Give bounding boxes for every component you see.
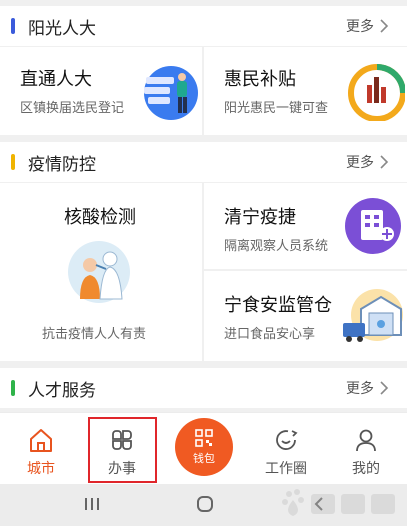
section-accent-bar (11, 380, 15, 396)
wallet-button[interactable]: 钱包 (175, 418, 233, 476)
tab-wode[interactable]: 我的 (326, 413, 406, 485)
chat-circle-icon (276, 430, 298, 450)
tab-chengshi[interactable]: 城市 (1, 413, 81, 485)
clover-grid-icon (112, 430, 132, 450)
tab-label: 城市 (27, 461, 55, 477)
more-label: 更多 (346, 155, 374, 171)
section-accent-bar (11, 154, 15, 170)
voter-registration-illustration-icon (144, 66, 198, 120)
tab-label: 我的 (352, 461, 380, 477)
recents-icon[interactable] (83, 494, 101, 514)
tab-banshi[interactable]: 办事 (82, 413, 162, 485)
nucleic-test-illustration-icon (68, 241, 130, 303)
baidu-jingyan-watermark-logo (282, 489, 395, 516)
card-title: 直通人大 (20, 69, 92, 90)
section-header-yiqing: 疫情防控 更多 (0, 142, 407, 182)
more-label: 更多 (346, 19, 374, 35)
card-hesuan-jiance[interactable]: 核酸检测 抗击疫情人人有责 (0, 183, 202, 361)
wallet-label: 钱包 (193, 452, 215, 465)
card-zhitong-renda[interactable]: 直通人大 区镇换届选民登记 (0, 47, 202, 135)
section-title: 人才服务 (28, 380, 96, 401)
section-title: 疫情防控 (28, 154, 96, 175)
section-title: 阳光人大 (28, 18, 96, 39)
subsidy-illustration-icon (348, 64, 405, 121)
chevron-right-icon (380, 19, 389, 33)
home-circle-icon[interactable] (195, 494, 215, 514)
card-subtitle: 区镇换届选民登记 (20, 101, 125, 116)
card-title: 清宁疫捷 (224, 207, 296, 228)
section-header-rencai: 人才服务 更多 (0, 368, 407, 408)
tab-gongzuoquan[interactable]: 工作圈 (246, 413, 326, 485)
card-title: 惠民补贴 (224, 69, 296, 90)
person-icon (356, 429, 376, 452)
chevron-right-icon (380, 381, 389, 395)
section-header-yangguang: 阳光人大 更多 (0, 6, 407, 46)
wallet-qr-icon (195, 429, 213, 447)
section-accent-bar (11, 18, 15, 34)
card-ningshian-jianguancang[interactable]: 宁食安监管仓 进口食品安心享 (204, 271, 407, 361)
card-title: 宁食安监管仓 (224, 295, 332, 316)
quarantine-system-illustration-icon (345, 198, 401, 254)
tab-label: 办事 (108, 461, 136, 477)
home-icon (30, 429, 52, 452)
chevron-right-icon (380, 155, 389, 169)
more-link[interactable]: 更多 (346, 378, 389, 398)
food-warehouse-illustration-icon (343, 289, 403, 342)
card-subtitle: 进口食品安心享 (224, 327, 316, 342)
tab-label: 工作圈 (265, 461, 307, 477)
card-title: 核酸检测 (64, 207, 136, 228)
card-qingning-yijie[interactable]: 清宁疫捷 隔离观察人员系统 (204, 183, 407, 269)
more-link[interactable]: 更多 (346, 152, 389, 172)
more-label: 更多 (346, 381, 374, 397)
card-subtitle: 隔离观察人员系统 (224, 239, 329, 254)
card-subtitle: 阳光惠民一键可查 (224, 101, 329, 116)
more-link[interactable]: 更多 (346, 16, 389, 36)
card-huimin-butie[interactable]: 惠民补贴 阳光惠民一键可查 (204, 47, 407, 135)
card-subtitle: 抗击疫情人人有责 (42, 327, 147, 342)
